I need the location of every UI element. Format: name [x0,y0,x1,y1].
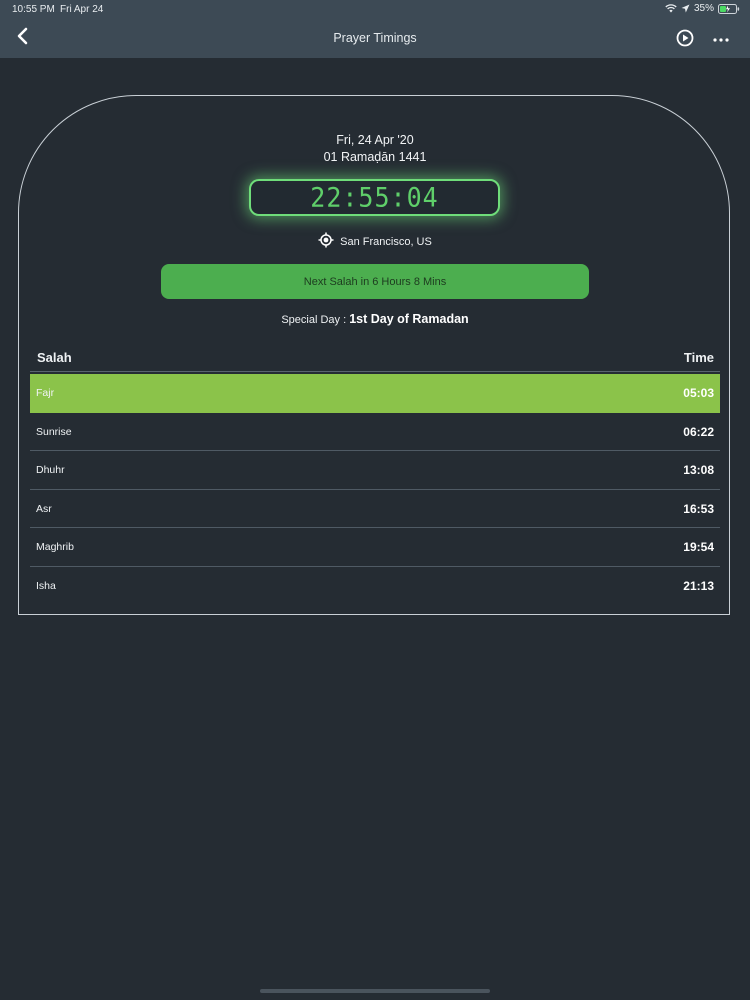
location[interactable]: San Francisco, US [0,232,750,251]
column-header-salah: Salah [37,350,72,365]
battery-charging-icon [718,3,740,14]
home-indicator[interactable] [260,989,490,993]
prayer-name: Sunrise [36,425,72,438]
prayer-time: 16:53 [683,501,714,516]
gps-target-icon [318,232,334,251]
prayer-name: Maghrib [36,541,74,553]
location-arrow-icon [681,4,690,13]
special-day-value: 1st Day of Ramadan [349,312,469,326]
special-day-label: Special Day : [281,314,347,326]
prayer-name: Dhuhr [36,464,65,476]
play-button[interactable] [674,27,696,49]
ellipsis-icon [713,29,729,47]
prayer-row-asr[interactable]: Asr 16:53 [30,490,720,528]
digital-clock: 22:55:04 [249,179,500,216]
status-bar: 10:55 PM Fri Apr 24 35% [0,0,750,18]
prayer-list: Fajr 05:03 Sunrise 06:22 Dhuhr 13:08 Asr… [30,374,720,604]
prayer-table-header: Salah Time [30,347,720,372]
special-day: Special Day : 1st Day of Ramadan [0,312,750,326]
prayer-name: Isha [36,579,56,592]
prayer-row-maghrib[interactable]: Maghrib 19:54 [30,528,720,567]
prayer-time: 05:03 [683,386,714,400]
prayer-time: 06:22 [683,424,714,439]
gregorian-date: Fri, 24 Apr '20 [336,133,414,147]
clock-time: 22:55:04 [310,182,439,213]
prayer-name: Fajr [36,387,55,399]
status-indicators: 35% [665,3,740,14]
status-date: Fri Apr 24 [60,4,104,15]
column-header-time: Time [683,350,714,365]
wifi-icon [665,4,677,13]
prayer-row-dhuhr[interactable]: Dhuhr 13:08 [30,451,720,490]
location-label: San Francisco, US [340,235,432,248]
prayer-time: 19:54 [683,540,714,554]
navigation-bar: Prayer Timings [0,18,750,58]
next-salah-banner[interactable]: Next Salah in 6 Hours 8 Mins [161,264,589,299]
hijri-date: 01 Ramaḍān 1441 [323,150,427,164]
prayer-row-fajr[interactable]: Fajr 05:03 [30,374,720,413]
more-button[interactable] [709,27,733,49]
prayer-name: Asr [36,502,52,515]
battery-percent: 35% [693,3,714,14]
prayer-time: 13:08 [683,463,714,477]
status-time: 10:55 PM [12,4,55,15]
play-circle-icon [674,29,696,53]
prayer-row-sunrise[interactable]: Sunrise 06:22 [30,413,720,451]
prayer-time: 21:13 [683,578,714,593]
page-title: Prayer Timings [333,31,417,45]
prayer-row-isha[interactable]: Isha 21:13 [30,567,720,605]
